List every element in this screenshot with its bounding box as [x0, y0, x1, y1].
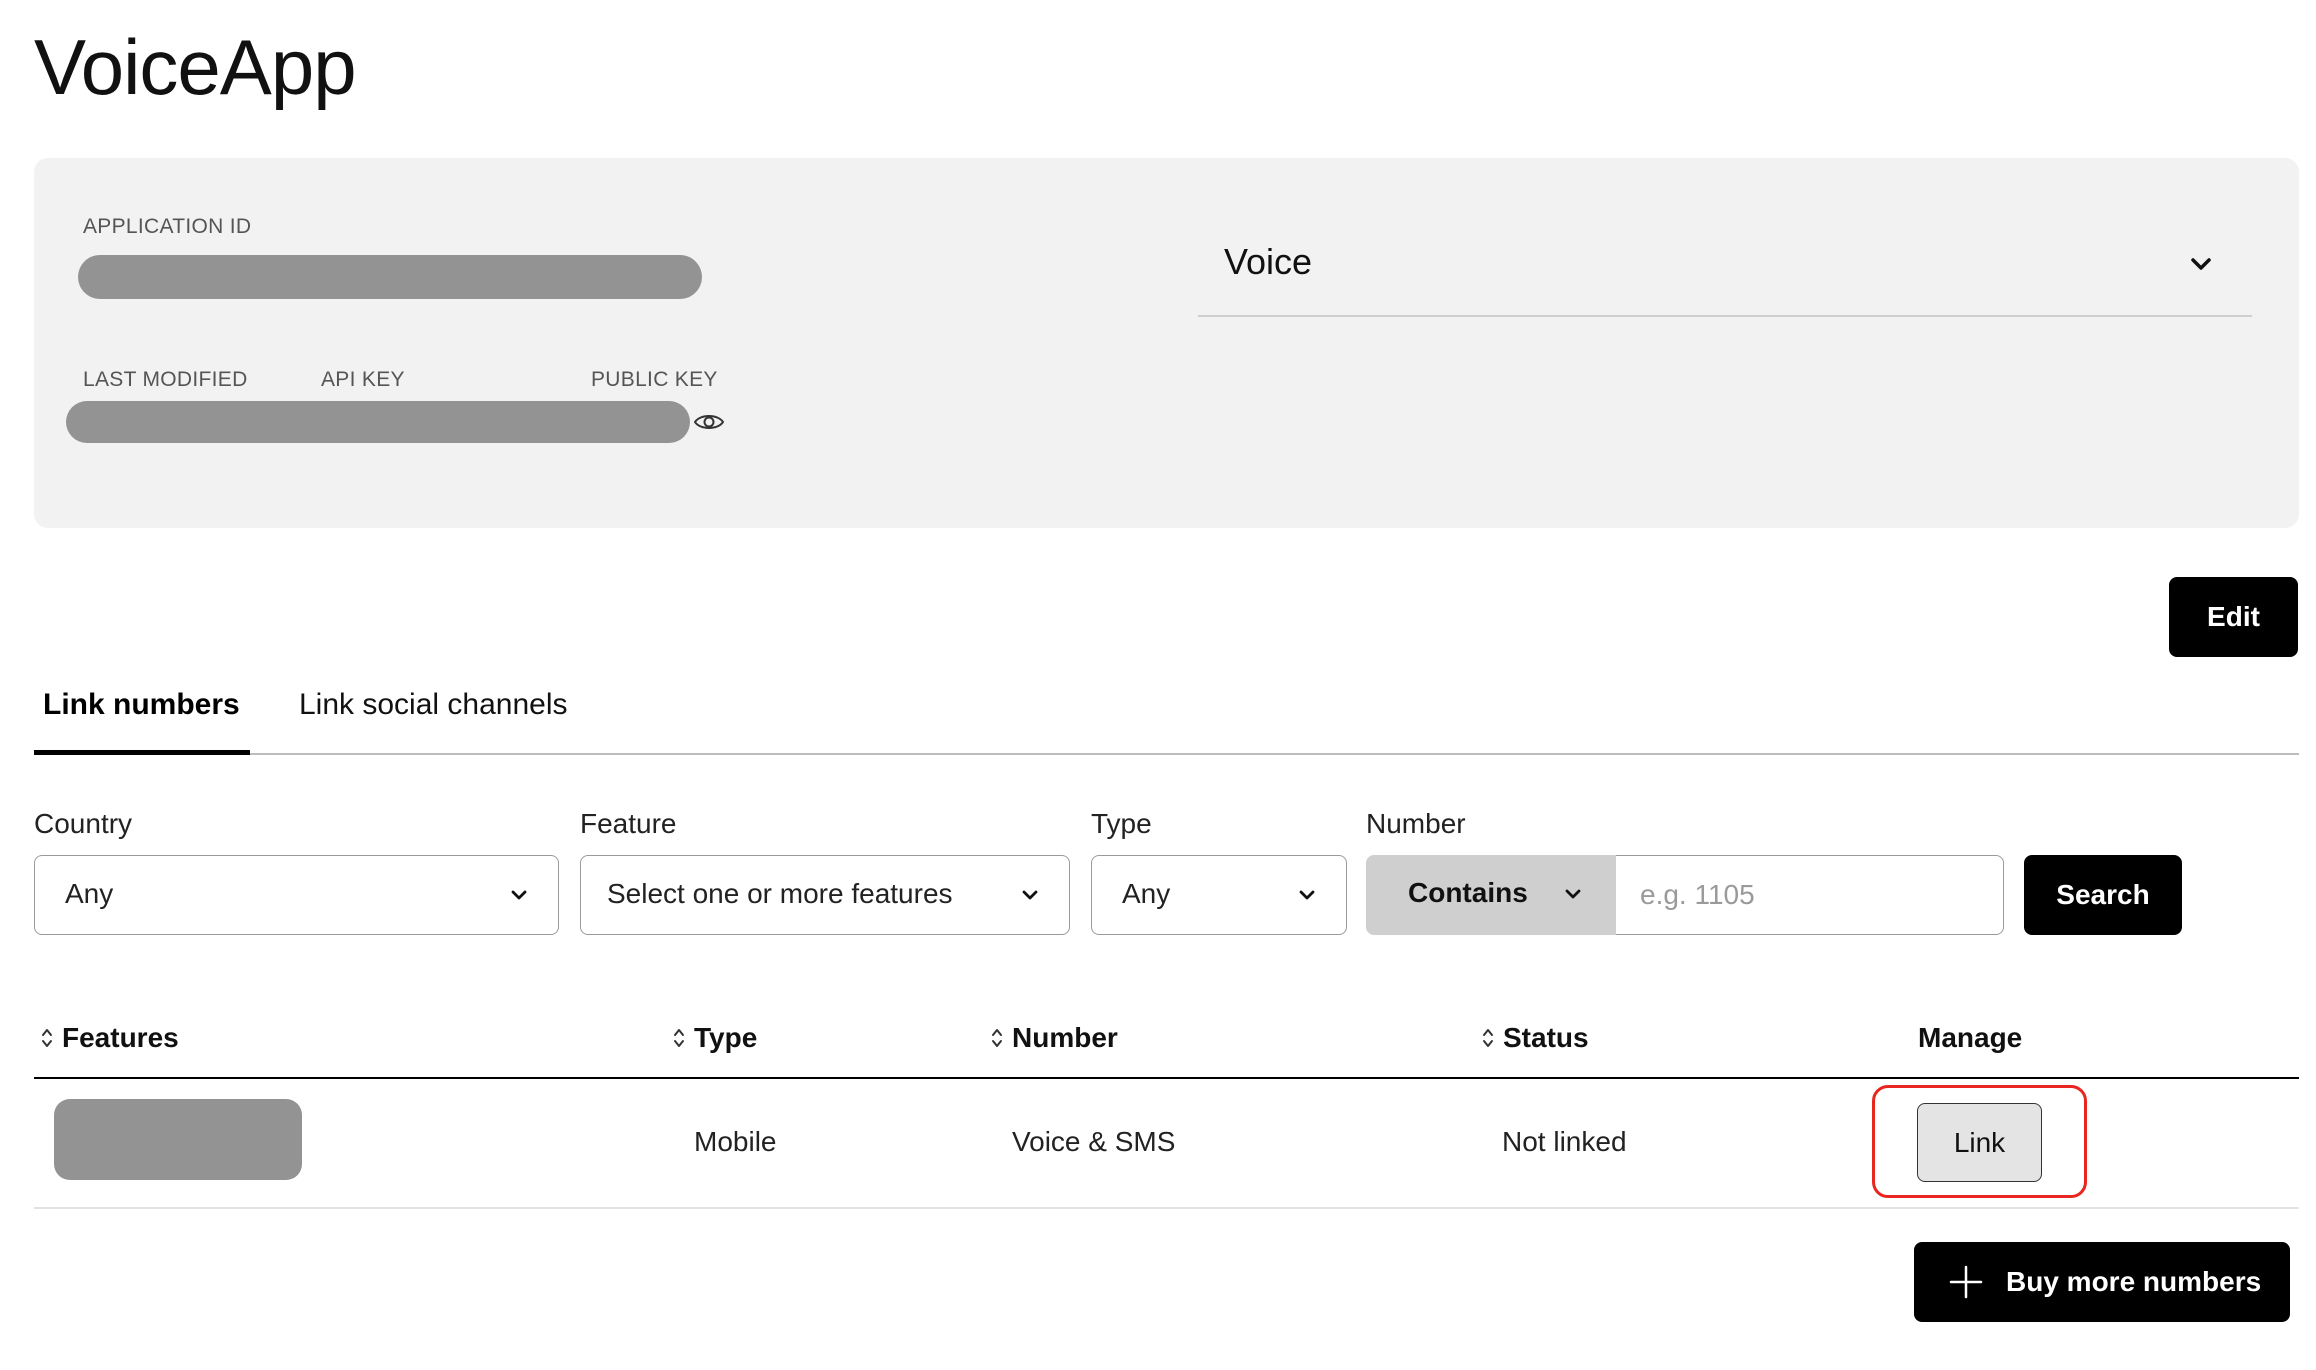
chevron-down-icon [1565, 889, 1581, 899]
table-header-divider [34, 1077, 2299, 1079]
type-select[interactable]: Any [1091, 855, 1347, 935]
buy-more-numbers-label: Buy more numbers [2006, 1266, 2262, 1297]
column-header-manage: Manage [1918, 1022, 2022, 1054]
tab-bar: Link numbers Link social channels [34, 660, 2299, 755]
keys-redacted [66, 401, 690, 443]
app-title: VoiceApp [34, 23, 357, 111]
type-value: Any [1122, 878, 1171, 909]
api-key-label: API KEY [321, 368, 405, 391]
sort-icon [674, 1029, 684, 1047]
capability-value: Voice [1224, 241, 1313, 282]
eye-icon[interactable] [692, 405, 726, 439]
country-label: Country [34, 808, 133, 839]
link-button[interactable]: Link [1917, 1103, 2042, 1182]
column-header-label: Type [694, 1022, 758, 1053]
sort-icon [1483, 1029, 1493, 1047]
feature-select[interactable]: Select one or more features [580, 855, 1070, 935]
chevron-down-icon [511, 890, 527, 900]
chevron-down-icon [1299, 890, 1315, 900]
chevron-down-icon [1022, 890, 1038, 900]
row-type: Mobile [694, 1126, 777, 1157]
number-label: Number [1366, 808, 1466, 839]
column-header-features[interactable]: Features [40, 1022, 179, 1054]
last-modified-label: LAST MODIFIED [83, 368, 248, 391]
sort-icon [42, 1029, 52, 1047]
application-id-label: APPLICATION ID [83, 215, 252, 238]
column-header-label: Number [1012, 1022, 1118, 1053]
search-button[interactable]: Search [2024, 855, 2182, 935]
edit-button[interactable]: Edit [2169, 577, 2298, 657]
country-select[interactable]: Any [34, 855, 559, 935]
feature-label: Feature [580, 808, 677, 839]
country-value: Any [65, 878, 114, 909]
tab-link-numbers[interactable]: Link numbers [43, 688, 240, 722]
number-match-value: Contains [1408, 877, 1528, 908]
column-header-label: Manage [1918, 1022, 2023, 1053]
column-header-number[interactable]: Number [990, 1022, 1118, 1054]
plus-icon [1949, 1265, 1983, 1299]
column-header-label: Status [1503, 1022, 1589, 1053]
number-search-input[interactable] [1616, 855, 2004, 935]
chevron-down-icon [2191, 258, 2211, 270]
application-details-card: APPLICATION ID LAST MODIFIED API KEY PUB… [34, 158, 2299, 528]
row-status: Not linked [1502, 1126, 1627, 1157]
capability-select[interactable]: Voice [1198, 225, 2252, 317]
type-label: Type [1091, 808, 1152, 839]
features-redacted [54, 1099, 302, 1180]
row-number: Voice & SMS [1012, 1126, 1176, 1157]
column-header-status[interactable]: Status [1481, 1022, 1589, 1054]
buy-more-numbers-button[interactable]: Buy more numbers [1914, 1242, 2290, 1322]
row-divider [34, 1207, 2299, 1209]
sort-icon [992, 1029, 1002, 1047]
number-match-select[interactable]: Contains [1366, 855, 1616, 935]
column-header-type[interactable]: Type [672, 1022, 757, 1054]
application-id-redacted [78, 255, 702, 299]
column-header-label: Features [62, 1022, 179, 1053]
tab-link-social-channels[interactable]: Link social channels [299, 688, 568, 722]
active-tab-indicator [34, 750, 250, 755]
feature-value: Select one or more features [607, 878, 953, 909]
public-key-label: PUBLIC KEY [591, 368, 718, 391]
